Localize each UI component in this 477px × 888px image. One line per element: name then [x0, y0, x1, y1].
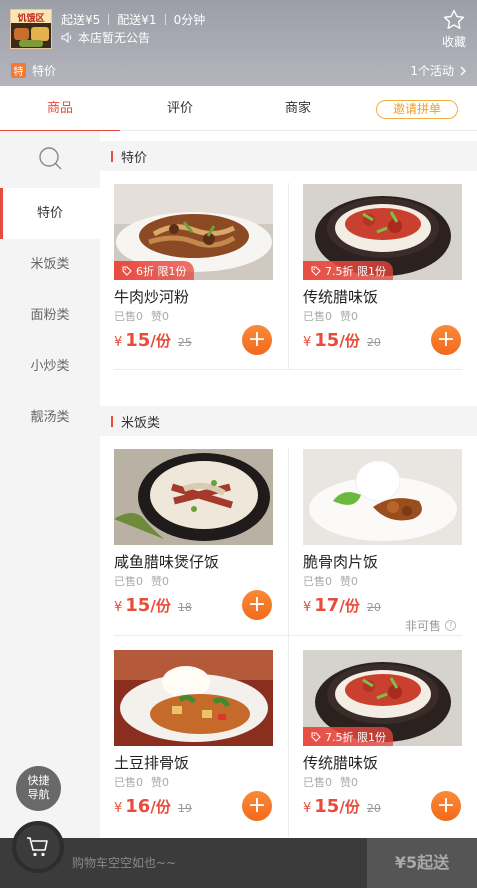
sidebar-item-rice[interactable]: 米饭类 [0, 239, 100, 290]
product-price: ¥ 15 /份 20 [303, 796, 381, 817]
min-order: 起送¥5 [61, 13, 101, 27]
product-price: ¥ 15 /份 20 [303, 330, 381, 351]
product-stats: 已售0 赞0 [114, 310, 169, 323]
product-card[interactable]: 土豆排骨饭 已售0 赞0 ¥ 16 /份 19 + [114, 650, 273, 838]
speaker-icon [61, 32, 72, 43]
tab-bar: 商品 评价 商家 邀请拼单 [0, 86, 477, 132]
help-icon[interactable]: ? [445, 620, 457, 631]
checkout-button[interactable]: ¥5起送 [367, 838, 477, 888]
add-to-cart-button[interactable]: + [431, 791, 461, 821]
favorite-button[interactable]: 收藏 [440, 9, 468, 50]
delivery-fee: 配送¥1 [117, 13, 157, 27]
add-to-cart-button[interactable]: + [242, 325, 272, 355]
shop-header: 饥饿区 起送¥5 配送¥1 0分钟 本店暂无公告 收藏 特 特价 1个活动 [0, 0, 477, 86]
shop-notice: 本店暂无公告 [61, 29, 150, 46]
shopping-cart-icon [27, 837, 48, 857]
tag-icon [311, 266, 321, 276]
product-price: ¥ 16 /份 19 [114, 796, 192, 817]
search-icon [38, 147, 61, 170]
favorite-label: 收藏 [441, 35, 466, 49]
product-stats: 已售0 赞0 [303, 310, 358, 323]
notice-text: 本店暂无公告 [78, 31, 151, 45]
product-stats: 已售0 赞0 [303, 575, 358, 588]
cart-empty-text: 购物车空空如也~~ [72, 856, 177, 870]
promo-badge: 特 [11, 63, 26, 78]
product-card[interactable]: 脆骨肉片饭 已售0 赞0 ¥ 17 /份 20 非可售 ? [303, 449, 462, 639]
original-price: 20 [366, 336, 381, 349]
original-price: 19 [177, 802, 192, 815]
product-stats: 已售0 赞0 [114, 776, 169, 789]
product-list[interactable]: 特价 6折 限1份 牛肉炒河粉 已售0 赞0 ¥ 15 /份 25 + 7.5折… [100, 131, 477, 838]
category-sidebar: 特价 米饭类 面粉类 小炒类 靓汤类 [0, 131, 100, 517]
product-price: ¥ 17 /份 20 [303, 595, 381, 616]
product-card[interactable]: 6折 限1份 牛肉炒河粉 已售0 赞0 ¥ 15 /份 25 + [114, 184, 273, 374]
delivery-time: 0分钟 [173, 13, 206, 27]
product-image-potato-rib-rice [114, 650, 273, 746]
promo-row[interactable]: 特 特价 1个活动 [11, 62, 466, 79]
add-to-cart-button[interactable]: + [431, 325, 461, 355]
product-image-beef-noodles: 6折 限1份 [114, 184, 273, 280]
sidebar-search[interactable] [0, 131, 100, 186]
product-stats: 已售0 赞0 [114, 575, 169, 588]
product-price: ¥ 15 /份 25 [114, 330, 192, 351]
shop-logo: 饥饿区 [10, 9, 52, 49]
unavailable-label: 非可售 ? [405, 617, 457, 634]
product-card[interactable]: 7.5折 限1份 传统腊味饭 已售0 赞0 ¥ 15 /份 20 + [303, 184, 462, 374]
promo-text: 特价 [32, 64, 57, 78]
product-name: 土豆排骨饭 [114, 754, 190, 772]
tag-icon [122, 266, 132, 276]
original-price: 18 [177, 601, 192, 614]
product-image-crispy-pork-rice [303, 449, 462, 545]
original-price: 25 [177, 336, 192, 349]
promo-count-label: 1个活动 [410, 64, 454, 78]
add-to-cart-button[interactable]: + [242, 590, 272, 620]
product-stats: 已售0 赞0 [303, 776, 358, 789]
chevron-right-icon [460, 66, 466, 75]
cart-bar: 购物车空空如也~~ ¥5起送 [0, 838, 477, 888]
sidebar-item-specials[interactable]: 特价 [0, 188, 100, 239]
promo-count[interactable]: 1个活动 [410, 62, 466, 79]
product-image-cured-meat-rice: 7.5折 限1份 [303, 650, 462, 746]
quick-nav-button[interactable]: 快捷 导航 [16, 766, 61, 811]
product-name: 脆骨肉片饭 [303, 553, 379, 571]
tab-products[interactable]: 商品 [0, 86, 120, 132]
original-price: 20 [366, 802, 381, 815]
product-name: 咸鱼腊味煲仔饭 [114, 553, 220, 571]
product-card[interactable]: 7.5折 限1份 传统腊味饭 已售0 赞0 ¥ 15 /份 20 + [303, 650, 462, 838]
shop-logo-text: 饥饿区 [17, 14, 45, 24]
sidebar-item-noodles[interactable]: 面粉类 [0, 290, 100, 341]
section-header-specials: 特价 [100, 141, 477, 171]
discount-tag: 7.5折 限1份 [303, 261, 393, 280]
tag-icon [311, 732, 321, 742]
discount-tag: 7.5折 限1份 [303, 727, 393, 746]
sidebar-item-stir-fry[interactable]: 小炒类 [0, 341, 100, 392]
add-to-cart-button[interactable]: + [242, 791, 272, 821]
product-name: 传统腊味饭 [303, 288, 379, 306]
original-price: 20 [366, 601, 381, 614]
section-header-rice: 米饭类 [100, 406, 477, 436]
delivery-info: 起送¥5 配送¥1 0分钟 [61, 11, 205, 28]
product-card[interactable]: 咸鱼腊味煲仔饭 已售0 赞0 ¥ 15 /份 18 + [114, 449, 273, 639]
tab-merchant[interactable]: 商家 [238, 86, 358, 131]
discount-tag: 6折 限1份 [114, 261, 194, 280]
star-icon [443, 9, 465, 29]
product-image-cured-meat-rice: 7.5折 限1份 [303, 184, 462, 280]
cart-button[interactable] [12, 821, 64, 873]
sidebar-item-soup[interactable]: 靓汤类 [0, 392, 100, 443]
product-price: ¥ 15 /份 18 [114, 595, 192, 616]
tab-reviews[interactable]: 评价 [120, 86, 240, 131]
product-image-salted-fish-claypot-rice [114, 449, 273, 545]
product-name: 传统腊味饭 [303, 754, 379, 772]
invite-group-order-button[interactable]: 邀请拼单 [376, 100, 458, 119]
product-name: 牛肉炒河粉 [114, 288, 190, 306]
